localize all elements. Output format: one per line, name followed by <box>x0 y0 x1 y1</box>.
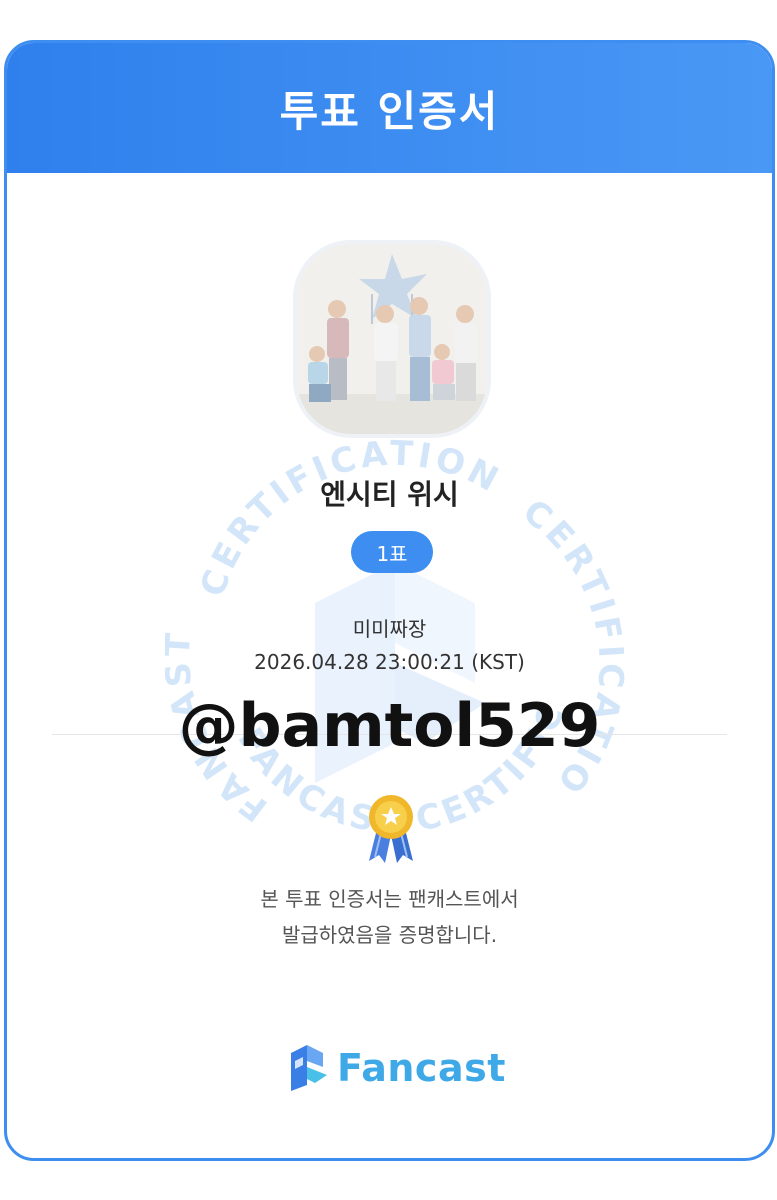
certification-line-2: 발급하였음을 증명합니다. <box>281 923 498 947</box>
artist-photo <box>293 240 491 438</box>
vote-count-label: 1표 <box>376 541 408 566</box>
overlay-handle-text: @bamtol529 <box>178 691 601 761</box>
certificate-card: 투표 인증서 CERTIFICATION FANCAST FANCAST CER… <box>4 40 775 1161</box>
vote-count-badge: 1표 <box>351 531 433 573</box>
certificate-header: 투표 인증서 <box>7 43 772 173</box>
svg-text:CERTIFICATION: CERTIFICATION <box>193 434 508 602</box>
fancast-logo-text: Fancast <box>337 1046 506 1090</box>
group-photo-image <box>297 244 487 434</box>
medal-icon <box>369 795 413 863</box>
fancast-logo: Fancast <box>287 1043 506 1093</box>
voter-name: 미미짜장 <box>352 617 427 641</box>
certification-line-1: 본 투표 인증서는 팬캐스트에서 <box>260 887 519 911</box>
certification-statement: 본 투표 인증서는 팬캐스트에서 발급하였음을 증명합니다. <box>7 881 772 953</box>
seal-top-text: CERTIFICATION <box>193 434 504 602</box>
page-title: 투표 인증서 <box>279 86 500 136</box>
fancast-logo-mark-icon <box>291 1045 327 1091</box>
vote-timestamp: 2026.04.28 23:00:21 (KST) <box>254 650 525 674</box>
artist-name: 엔시티 위시 <box>320 478 459 511</box>
